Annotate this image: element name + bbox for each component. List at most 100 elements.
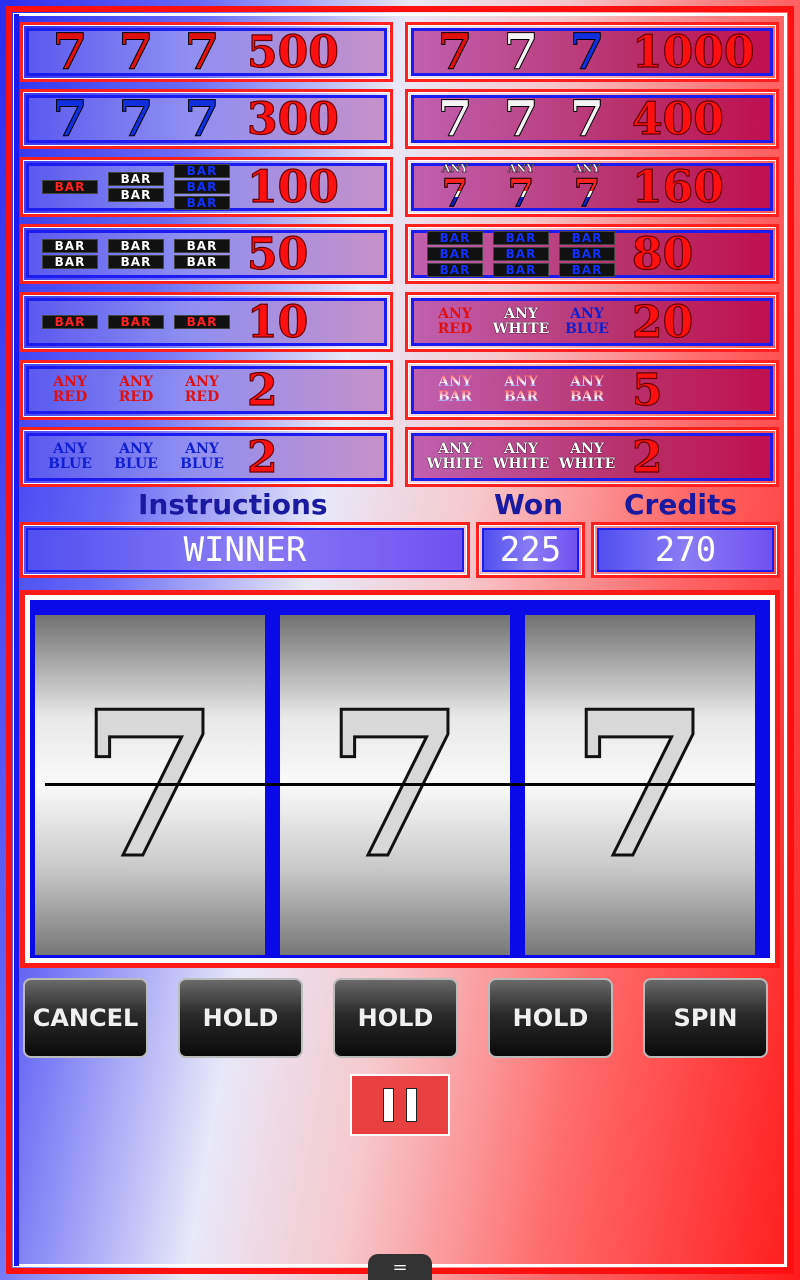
color-text: BAR <box>569 389 605 405</box>
paytable-row-inner: ANY RED ANY RED ANY RED 2 <box>26 364 387 416</box>
bar-icon: BAR <box>174 196 230 210</box>
bar-icon: BAR <box>493 231 549 245</box>
won-display: 225 <box>476 522 585 578</box>
symbol-any-seven: ANY 7 <box>488 162 554 215</box>
symbol-seven-white: 7 <box>488 89 554 148</box>
payout-value: 5 <box>631 364 663 416</box>
seven-icon: 7 <box>184 89 220 148</box>
paytable-row: ANY WHITE ANY WHITE ANY WHITE 2 <box>405 427 779 487</box>
symbol-seven-blue: 7 <box>37 93 103 144</box>
seven-icon: 7 <box>441 169 469 215</box>
symbol-seven-blue: 7 <box>169 89 235 148</box>
paytable-row: ANY RED ANY RED ANY RED 2 <box>20 360 393 420</box>
pause-icon <box>406 1088 417 1122</box>
paytable-row: ANY BAR ANY BAR ANY BAR 5 <box>405 360 779 420</box>
hold-button-2[interactable]: HOLD <box>333 978 458 1058</box>
any-text: ANY <box>438 306 472 323</box>
any-text: ANY <box>119 374 153 391</box>
symbol-any-red: ANY RED <box>103 366 169 414</box>
payout-value: 500 <box>246 26 339 78</box>
symbol-bar3-blue: BAR BAR BAR <box>554 230 620 278</box>
symbol-any-seven: ANY 7 <box>422 162 488 215</box>
color-text: WHITE <box>426 456 484 472</box>
symbol-seven-red: 7 <box>169 22 235 81</box>
symbol-bar1-red: BAR <box>169 298 235 346</box>
color-text: WHITE <box>492 456 550 472</box>
instructions-text: WINNER <box>26 528 464 572</box>
symbol-any-blue: ANY BLUE <box>37 433 103 481</box>
payout-value: 160 <box>631 161 724 213</box>
hold-button-1[interactable]: HOLD <box>178 978 303 1058</box>
symbol-any-bar: ANY BAR <box>422 366 488 414</box>
any-text: ANY <box>438 374 472 391</box>
payout-value: 2 <box>246 431 278 483</box>
paytable-row-inner: 7 7 7 500 <box>26 22 387 81</box>
color-text: RED <box>437 321 473 337</box>
paytable-row-inner: BAR BAR BAR BAR BAR BAR 50 <box>26 228 387 280</box>
spin-button[interactable]: SPIN <box>643 978 768 1058</box>
bar-icon: BAR <box>174 315 230 329</box>
color-text: BLUE <box>48 456 92 472</box>
bar-icon: BAR <box>108 255 164 269</box>
symbol-seven-white: 7 <box>488 22 554 81</box>
payout-value: 80 <box>631 228 694 280</box>
symbol-any-bar: ANY BAR <box>488 366 554 414</box>
any-text: ANY <box>185 441 219 458</box>
paytable-row-inner: ANY BAR ANY BAR ANY BAR 5 <box>411 364 773 416</box>
hold-button-3[interactable]: HOLD <box>488 978 613 1058</box>
payout-value: 1000 <box>631 26 755 78</box>
symbol-seven-blue: 7 <box>554 22 620 81</box>
seven-icon: 7 <box>507 169 535 215</box>
seven-icon: 7 <box>184 22 220 81</box>
payout-value: 2 <box>246 364 278 416</box>
symbol-bar3-blue: BAR BAR BAR <box>169 163 235 211</box>
bar-icon: BAR <box>174 180 230 194</box>
seven-icon: 7 <box>437 22 473 81</box>
symbol-any-bar: ANY BAR <box>554 366 620 414</box>
cancel-button[interactable]: CANCEL <box>23 978 148 1058</box>
symbol-seven-red: 7 <box>103 26 169 77</box>
reel-window: 7 7 7 <box>20 590 780 968</box>
paytable-row-inner: 7 7 7 300 <box>26 89 387 148</box>
bar-icon: BAR <box>427 231 483 245</box>
seven-icon: 7 <box>569 22 605 81</box>
paytable-row-inner: 7 7 7 1000 <box>411 22 773 81</box>
seven-icon: 7 <box>503 89 539 148</box>
bar-icon: BAR <box>108 239 164 253</box>
seven-icon: 7 <box>503 22 539 81</box>
any-text: ANY <box>185 374 219 391</box>
seven-icon: 7 <box>573 169 601 215</box>
any-text: ANY <box>570 306 604 323</box>
seven-icon: 7 <box>118 89 154 148</box>
color-text: RED <box>52 389 88 405</box>
symbol-bar2-white: BAR BAR <box>103 163 169 211</box>
any-text: ANY <box>53 441 87 458</box>
symbol-any-white: ANY WHITE <box>554 433 620 481</box>
won-label: Won <box>494 488 564 521</box>
color-text: BAR <box>437 389 473 405</box>
pause-button[interactable] <box>350 1074 450 1136</box>
pause-icon <box>383 1088 394 1122</box>
color-text: WHITE <box>558 456 616 472</box>
bar-icon: BAR <box>42 315 98 329</box>
symbol-any-red: ANY RED <box>169 366 235 414</box>
paytable-row-inner: BAR BAR BAR BAR BAR BAR BAR BAR BAR 80 <box>411 228 773 280</box>
symbol-seven-blue: 7 <box>103 89 169 148</box>
bar-icon: BAR <box>427 247 483 261</box>
symbol-any-white: ANY WHITE <box>422 433 488 481</box>
paytable-row: BAR BAR BAR 10 <box>20 292 393 352</box>
paytable-row: 7 7 7 400 <box>405 89 779 149</box>
any-text: ANY <box>504 441 538 458</box>
paytable-row-inner: BAR BAR BAR 10 <box>26 296 387 348</box>
menu-handle[interactable]: = <box>368 1254 432 1280</box>
color-text: BLUE <box>114 456 158 472</box>
symbol-bar2-white: BAR BAR <box>169 230 235 278</box>
color-text: RED <box>118 389 154 405</box>
any-text: ANY <box>504 306 538 323</box>
paytable-row-inner: 7 7 7 400 <box>411 89 773 148</box>
paytable-row-inner: ANY RED ANY WHITE ANY BLUE 20 <box>411 296 773 348</box>
symbol-bar1-red: BAR <box>103 298 169 346</box>
color-text: BLUE <box>180 456 224 472</box>
color-text: WHITE <box>492 321 550 337</box>
seven-icon: 7 <box>437 89 473 148</box>
